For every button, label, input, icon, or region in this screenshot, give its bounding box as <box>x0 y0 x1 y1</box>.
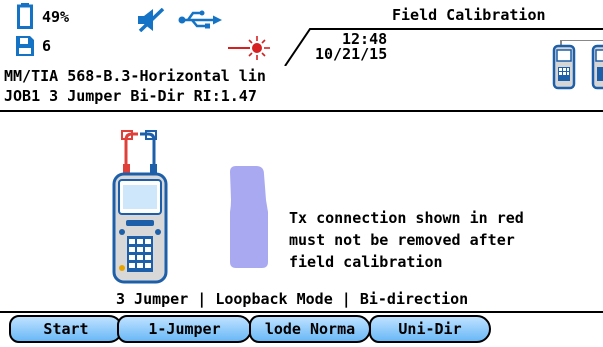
status-bar: 49% 6 Field Calibration 12:48 10/21/15 M… <box>0 0 603 110</box>
softkey-start[interactable]: Start <box>9 315 123 343</box>
header-divider <box>0 110 603 112</box>
mode-summary: 3 Jumper | Loopback Mode | Bi-direction <box>116 290 469 308</box>
softkey-jumper-mode[interactable]: 1-Jumper <box>117 315 252 343</box>
softkey-divider <box>0 311 603 313</box>
instruction-line: field calibration <box>289 253 443 271</box>
screen-title: Field Calibration <box>392 6 546 24</box>
device-pair-icon <box>551 40 603 106</box>
softkey-direction[interactable]: Uni-Dir <box>369 315 491 343</box>
instruction-line: must not be removed after <box>289 231 515 249</box>
instruction-line: Tx connection shown in red <box>289 209 524 227</box>
clock-date: 10/21/15 <box>315 45 388 63</box>
standard-label: MM/TIA 568-B.3-Horizontal lin <box>4 67 266 85</box>
job-info: JOB1 3 Jumper Bi-Dir RI:1.47 <box>4 87 257 105</box>
softkey-test-mode[interactable]: lode Norma <box>249 315 371 343</box>
calibration-instructions: Tx connection shown in red must not be r… <box>289 207 524 273</box>
calibration-diagram <box>100 128 280 288</box>
